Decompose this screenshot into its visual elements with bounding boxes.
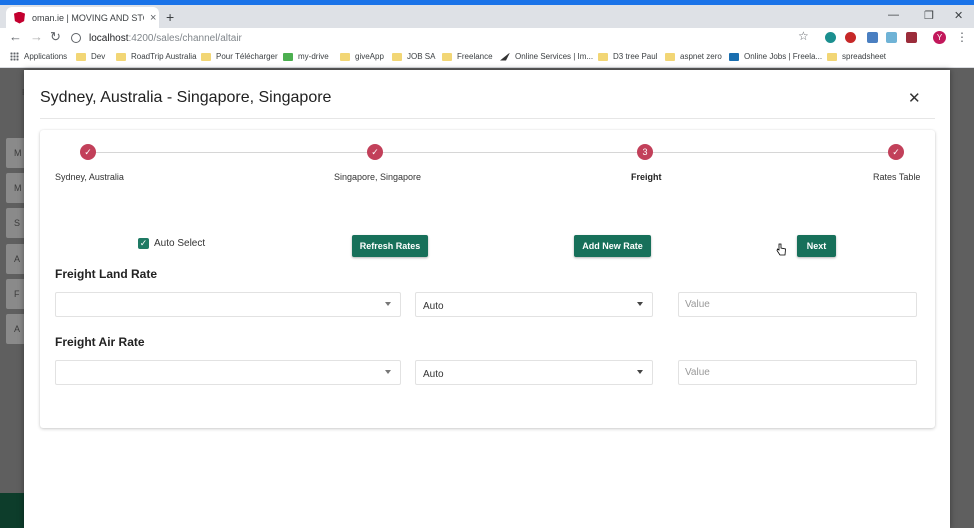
side-menu-item[interactable]: M bbox=[6, 138, 26, 168]
tab-title: oman.ie | MOVING AND STORAGE bbox=[32, 12, 144, 23]
folder-icon bbox=[598, 52, 608, 61]
folder-icon bbox=[442, 52, 452, 61]
bookmark-item[interactable]: Online Services | Im... bbox=[500, 52, 593, 61]
step-label: Freight bbox=[631, 172, 662, 182]
folder-icon bbox=[116, 52, 126, 61]
chevron-down-icon bbox=[385, 302, 391, 306]
folder-icon bbox=[201, 52, 211, 61]
folder-icon bbox=[827, 52, 837, 61]
value-input[interactable] bbox=[679, 361, 916, 384]
tab-bar: oman.ie | MOVING AND STORAGE × + — ❐ ✕ bbox=[0, 5, 974, 28]
stepper-card: ✓ Sydney, Australia ✓ Singapore, Singapo… bbox=[40, 130, 935, 428]
add-new-rate-button[interactable]: Add New Rate bbox=[574, 235, 651, 257]
refresh-rates-button[interactable]: Refresh Rates bbox=[352, 235, 428, 257]
bookmark-item[interactable]: RoadTrip Australia bbox=[116, 52, 197, 61]
extension-icon[interactable] bbox=[825, 32, 836, 43]
bookmark-item[interactable]: JOB SA bbox=[392, 52, 435, 61]
divider bbox=[40, 118, 935, 119]
bookmark-item[interactable]: Pour Télécharger bbox=[201, 52, 278, 61]
folder-icon bbox=[76, 52, 86, 61]
url-host: localhost bbox=[89, 32, 129, 44]
bookmark-item[interactable]: my-drive bbox=[283, 52, 329, 61]
bookmark-item[interactable]: aspnet zero bbox=[665, 52, 722, 61]
step-done-icon[interactable]: ✓ bbox=[367, 144, 383, 160]
auto-select-checkbox[interactable]: ✓ Auto Select bbox=[138, 238, 205, 249]
forward-icon[interactable]: → bbox=[30, 29, 43, 44]
new-tab-button[interactable]: + bbox=[166, 9, 174, 25]
next-button[interactable]: Next bbox=[797, 235, 836, 257]
step-label: Rates Table bbox=[873, 172, 921, 182]
extension-icon[interactable] bbox=[845, 32, 856, 43]
info-icon[interactable] bbox=[71, 33, 81, 43]
freight-air-mode-select[interactable]: Auto bbox=[415, 360, 653, 385]
angular-icon bbox=[14, 11, 25, 24]
step-label: Sydney, Australia bbox=[55, 172, 124, 182]
checkbox-checked-icon[interactable]: ✓ bbox=[138, 238, 149, 249]
hand-cursor-icon bbox=[776, 243, 786, 256]
step-done-icon[interactable]: ✓ bbox=[80, 144, 96, 160]
close-icon[interactable]: ✕ bbox=[908, 89, 921, 107]
side-menu-item[interactable]: S bbox=[6, 208, 26, 238]
bookmark-item[interactable]: giveApp bbox=[340, 52, 384, 61]
freight-air-value-input[interactable] bbox=[678, 360, 917, 385]
dialog-title: Sydney, Australia - Singapore, Singapore bbox=[40, 89, 332, 106]
address-bar[interactable]: localhost:4200/sales/channel/altair bbox=[71, 29, 819, 47]
extension-icon[interactable] bbox=[867, 32, 878, 43]
browser-tab[interactable]: oman.ie | MOVING AND STORAGE × bbox=[6, 7, 159, 28]
chevron-down-icon bbox=[637, 370, 643, 374]
freight-land-value-input[interactable] bbox=[678, 292, 917, 317]
stepper-line bbox=[90, 152, 895, 153]
folder-icon bbox=[340, 52, 350, 61]
back-icon[interactable]: ← bbox=[9, 29, 22, 44]
chevron-down-icon bbox=[385, 370, 391, 374]
restore-button[interactable]: ❐ bbox=[924, 9, 934, 22]
bird-icon bbox=[500, 52, 510, 61]
auto-select-label: Auto Select bbox=[154, 238, 206, 249]
step-active-icon[interactable]: 3 bbox=[637, 144, 653, 160]
freight-land-rate-select[interactable] bbox=[55, 292, 401, 317]
browser-toolbar: ← → ↻ localhost:4200/sales/channel/altai… bbox=[0, 28, 974, 48]
step-done-icon[interactable]: ✓ bbox=[888, 144, 904, 160]
bookmark-item[interactable]: spreadsheet bbox=[827, 52, 886, 61]
reload-icon[interactable]: ↻ bbox=[50, 29, 61, 45]
bookmark-item[interactable]: D3 tree Paul bbox=[598, 52, 657, 61]
side-footer bbox=[0, 493, 24, 528]
side-menu-item[interactable]: A bbox=[6, 314, 26, 344]
folder-icon bbox=[392, 52, 402, 61]
tab-close-icon[interactable]: × bbox=[150, 12, 156, 24]
minimize-button[interactable]: — bbox=[888, 9, 899, 21]
extension-icon[interactable] bbox=[886, 32, 897, 43]
rate-dialog: Sydney, Australia - Singapore, Singapore… bbox=[24, 70, 950, 528]
chevron-down-icon bbox=[637, 302, 643, 306]
side-menu-item[interactable]: A bbox=[6, 244, 26, 274]
freight-land-mode-select[interactable]: Auto bbox=[415, 292, 653, 317]
step-label: Singapore, Singapore bbox=[334, 172, 422, 182]
value-input[interactable] bbox=[679, 293, 916, 316]
apps-grid-icon bbox=[10, 52, 19, 61]
drive-icon bbox=[283, 52, 293, 61]
bookmark-item[interactable]: Online Jobs | Freela... bbox=[729, 52, 822, 61]
bookmark-item[interactable]: Dev bbox=[76, 52, 105, 61]
bookmarks-bar: Applications Dev RoadTrip Australia Pour… bbox=[0, 48, 974, 68]
side-menu-item[interactable]: F bbox=[6, 279, 26, 309]
menu-kebab-icon[interactable]: ⋮ bbox=[956, 30, 968, 44]
extension-icon[interactable] bbox=[906, 32, 917, 43]
side-menu-item[interactable]: M bbox=[6, 173, 26, 203]
bookmark-item[interactable]: Applications bbox=[10, 52, 67, 61]
freight-air-rate-select[interactable] bbox=[55, 360, 401, 385]
folder-icon bbox=[665, 52, 675, 61]
close-window-button[interactable]: ✕ bbox=[954, 9, 963, 22]
bookmark-item[interactable]: Freelance bbox=[442, 52, 493, 61]
freight-land-title: Freight Land Rate bbox=[55, 267, 158, 281]
url-path: :4200/sales/channel/altair bbox=[128, 32, 242, 44]
y-icon bbox=[729, 52, 739, 61]
freight-air-title: Freight Air Rate bbox=[55, 335, 145, 349]
profile-avatar[interactable]: Y bbox=[933, 31, 946, 44]
